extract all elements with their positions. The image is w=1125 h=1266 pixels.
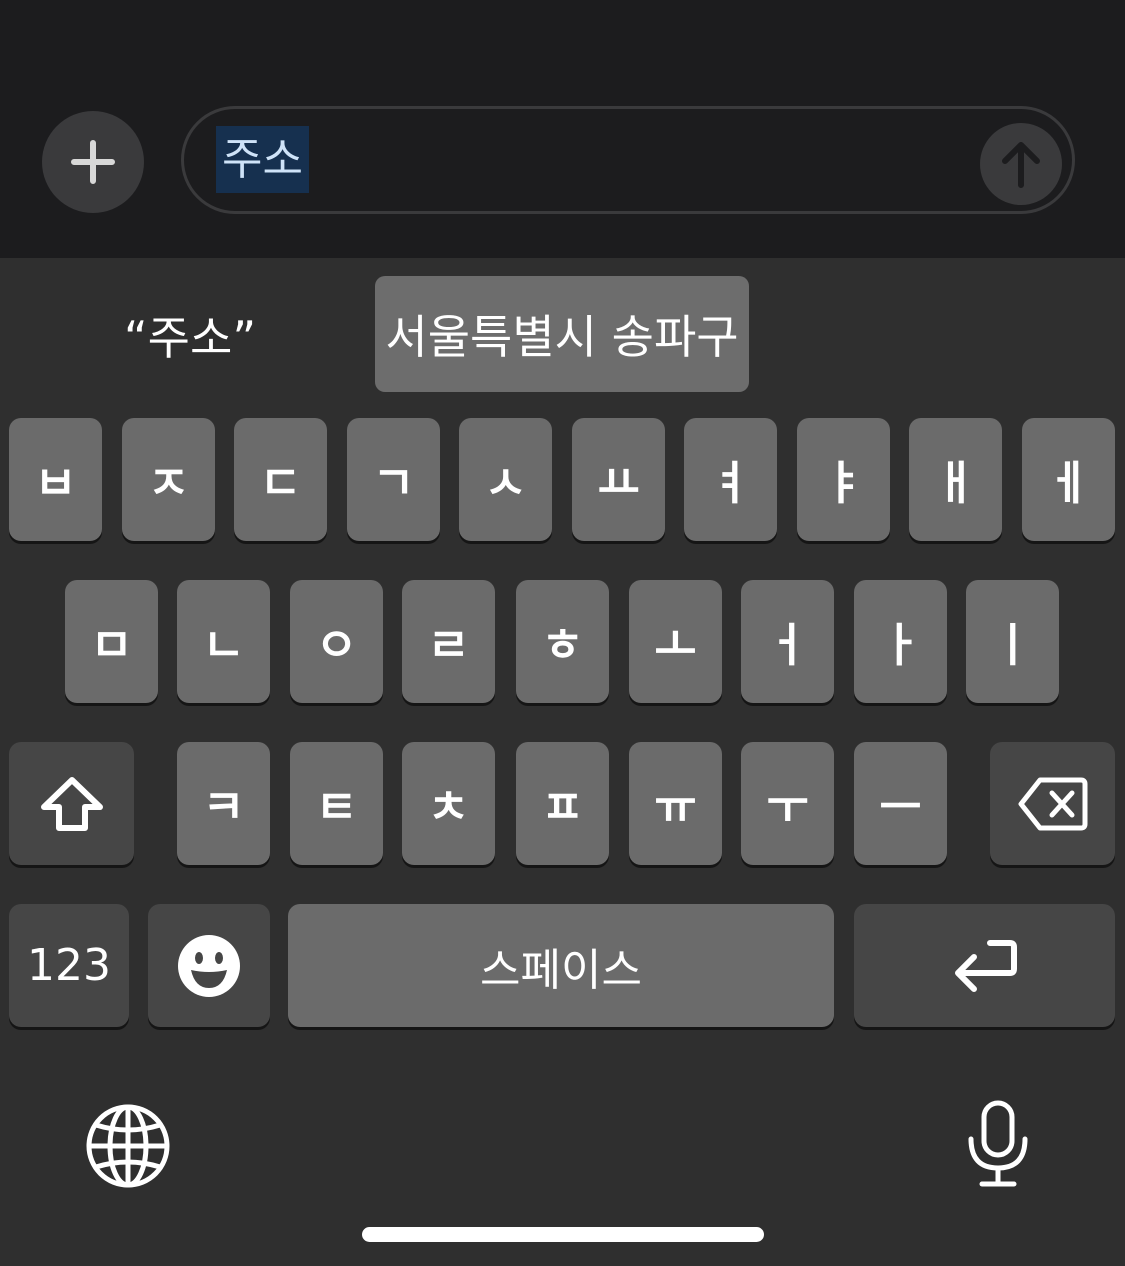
message-text-field[interactable]: 주소 — [181, 106, 1075, 214]
key-k[interactable]: ㅋ — [177, 742, 270, 865]
key-j[interactable]: ㅈ — [122, 418, 215, 541]
selected-text[interactable]: 주소 — [216, 126, 309, 193]
delete-key[interactable] — [990, 742, 1115, 865]
shift-icon — [40, 776, 103, 831]
key-m[interactable]: ㅁ — [65, 580, 158, 703]
numbers-key[interactable]: 123 — [9, 904, 129, 1027]
key-o[interactable]: ㅗ — [629, 580, 722, 703]
key-d[interactable]: ㄷ — [234, 418, 327, 541]
return-icon — [954, 939, 1017, 992]
key-ya[interactable]: ㅑ — [797, 418, 890, 541]
shift-key[interactable] — [9, 742, 134, 865]
return-key[interactable] — [854, 904, 1115, 1027]
key-ng[interactable]: ㅇ — [290, 580, 383, 703]
key-eo[interactable]: ㅓ — [741, 580, 834, 703]
key-e[interactable]: ㅔ — [1022, 418, 1115, 541]
key-r[interactable]: ㄹ — [402, 580, 495, 703]
key-g[interactable]: ㄱ — [347, 418, 440, 541]
key-ch[interactable]: ㅊ — [402, 742, 495, 865]
emoji-icon — [178, 934, 240, 997]
key-t[interactable]: ㅌ — [290, 742, 383, 865]
send-button[interactable] — [980, 123, 1062, 205]
home-indicator[interactable] — [362, 1227, 764, 1242]
globe-button[interactable] — [84, 1102, 172, 1190]
suggestion-literal[interactable]: “주소” — [60, 285, 320, 385]
key-s[interactable]: ㅅ — [459, 418, 552, 541]
key-p[interactable]: ㅍ — [516, 742, 609, 865]
key-h[interactable]: ㅎ — [516, 580, 609, 703]
key-eu[interactable]: ㅡ — [854, 742, 947, 865]
suggestion-address[interactable]: 서울특별시 송파구 — [375, 276, 749, 392]
key-ae[interactable]: ㅐ — [909, 418, 1002, 541]
key-yu[interactable]: ㅠ — [629, 742, 722, 865]
key-yo[interactable]: ㅛ — [572, 418, 665, 541]
key-i[interactable]: ㅣ — [966, 580, 1059, 703]
delete-icon — [1018, 777, 1087, 830]
plus-icon — [71, 140, 115, 184]
add-attachment-button[interactable] — [42, 111, 144, 213]
space-key[interactable]: 스페이스 — [288, 904, 834, 1027]
arrow-up-icon — [1002, 142, 1040, 188]
key-b[interactable]: ㅂ — [9, 418, 102, 541]
emoji-key[interactable] — [148, 904, 270, 1027]
dictation-button[interactable] — [962, 1098, 1034, 1190]
key-yeo[interactable]: ㅕ — [684, 418, 777, 541]
globe-icon — [86, 1104, 170, 1188]
message-input-bar: 주소 — [0, 0, 1125, 258]
key-u[interactable]: ㅜ — [741, 742, 834, 865]
microphone-icon — [968, 1100, 1028, 1187]
key-a[interactable]: ㅏ — [854, 580, 947, 703]
key-n[interactable]: ㄴ — [177, 580, 270, 703]
